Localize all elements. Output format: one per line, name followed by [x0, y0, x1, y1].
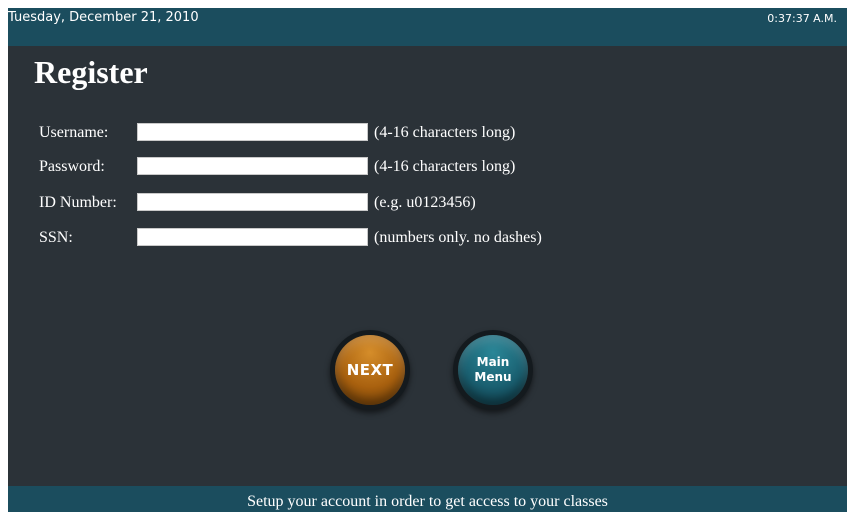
ssn-hint: (numbers only. no dashes): [374, 229, 542, 246]
next-button-label: NEXT: [335, 335, 405, 405]
next-button[interactable]: NEXT: [330, 330, 410, 410]
main-menu-button-label: Main Menu: [458, 335, 528, 405]
current-time: 0:37:37 A.M.: [767, 12, 837, 25]
page-title: Register: [34, 54, 148, 90]
password-input[interactable]: [137, 157, 368, 175]
password-label: Password:: [39, 158, 105, 175]
id-number-label: ID Number:: [39, 194, 117, 211]
footer-bar: Setup your account in order to get acces…: [8, 486, 847, 512]
ssn-label: SSN:: [39, 229, 73, 246]
top-status-bar: Tuesday, December 21, 2010 0:37:37 A.M.: [8, 8, 847, 46]
main-menu-button[interactable]: Main Menu: [453, 330, 533, 410]
password-hint: (4-16 characters long): [374, 158, 516, 175]
username-label: Username:: [39, 124, 109, 141]
footer-text: Setup your account in order to get acces…: [247, 493, 608, 510]
password-row: Password: (4-16 characters long): [8, 156, 847, 178]
ssn-input[interactable]: [137, 228, 368, 246]
id-number-row: ID Number: (e.g. u0123456): [8, 192, 847, 214]
current-date: Tuesday, December 21, 2010: [8, 10, 199, 25]
username-row: Username: (4-16 characters long): [8, 122, 847, 144]
username-input[interactable]: [137, 123, 368, 141]
register-screen: Tuesday, December 21, 2010 0:37:37 A.M. …: [8, 8, 847, 512]
id-number-input[interactable]: [137, 193, 368, 211]
username-hint: (4-16 characters long): [374, 124, 516, 141]
id-number-hint: (e.g. u0123456): [374, 194, 476, 211]
ssn-row: SSN: (numbers only. no dashes): [8, 227, 847, 249]
